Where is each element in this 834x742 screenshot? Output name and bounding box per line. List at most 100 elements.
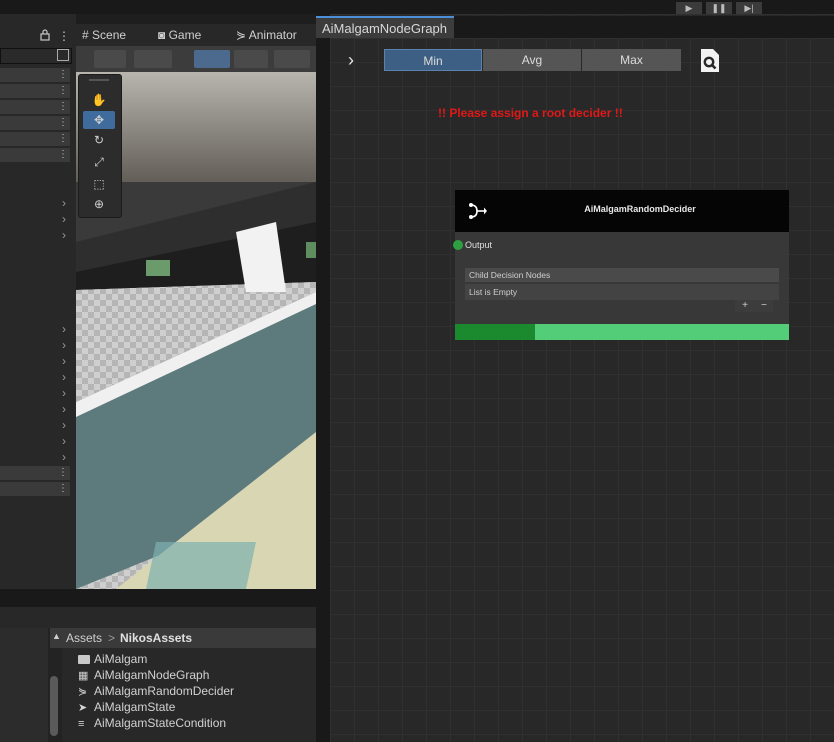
add-child-button[interactable]: + [735,300,755,312]
random-decider-node[interactable]: AiMalgamRandomDecider Output Child Decis… [453,190,789,340]
graph-tabbar-bg [454,16,834,38]
expand-chevron-icon[interactable]: › [62,386,66,400]
project-panel-header [0,589,316,607]
collapse-arrow-icon[interactable]: ▲ [52,631,61,641]
asset-label: AiMalgamState [94,700,176,714]
asset-label: AiMalgam [94,652,148,666]
hierarchy-row[interactable]: ⋮ [0,482,70,498]
expand-chevron-icon[interactable]: › [62,338,66,352]
expand-chevron-icon[interactable]: › [62,212,66,226]
tab-animator[interactable]: ⋟ Animator [236,24,316,46]
tab-game[interactable]: ◙ Game [158,24,228,46]
node-title: AiMalgamRandomDecider [584,204,696,214]
output-port[interactable] [453,240,463,250]
draw-mode-dropdown[interactable] [94,50,126,68]
hierarchy-row[interactable]: ⋮ [0,466,70,482]
hierarchy-search-input[interactable] [0,48,72,64]
step-button[interactable]: ▶| [736,2,762,14]
play-button[interactable]: ▶ [676,2,702,14]
node-status-bar-light [535,324,789,340]
decider-icon: ⋟ [78,685,88,698]
transform-tool-palette: ✋ ✥ ↻ ⤢ ⬚ ⊕ [78,74,122,218]
lock-icon[interactable] [40,29,50,45]
root-decider-warning: !! Please assign a root decider !! [438,106,623,120]
asset-label: AiMalgamStateCondition [94,716,227,730]
hierarchy-row[interactable]: ⋮ [0,84,70,100]
expand-chevron-icon[interactable]: › [62,434,66,448]
breadcrumb-nikosassets[interactable]: NikosAssets [120,631,192,645]
asset-item-nodegraph[interactable]: ▦ AiMalgamNodeGraph [78,667,209,683]
hierarchy-row[interactable]: ⋮ [0,100,70,116]
expand-chevron-icon[interactable]: › [62,402,66,416]
asset-item-randomdecider[interactable]: ⋟ AiMalgamRandomDecider [78,683,234,699]
expand-chevron-icon[interactable]: › [62,196,66,210]
expand-chevron-icon[interactable]: › [62,354,66,368]
asset-item-aimalgam[interactable]: AiMalgam [78,651,147,667]
expand-chevron-icon[interactable]: › [348,50,354,70]
asset-label: AiMalgamNodeGraph [94,668,210,682]
segment-avg[interactable]: Avg [483,49,581,71]
rect-tool-icon[interactable]: ⬚ [83,175,115,193]
project-folder-tree [0,628,48,742]
gizmo-dropdown[interactable] [234,50,268,68]
palette-drag-handle[interactable] [89,79,109,81]
panel-divider[interactable] [316,14,330,742]
tab-scene[interactable]: # Scene [82,24,158,46]
expand-chevron-icon[interactable]: › [62,228,66,242]
output-label: Output [465,240,493,250]
segment-max[interactable]: Max [582,49,681,71]
render-mode-dropdown[interactable] [134,50,172,68]
hierarchy-row[interactable]: ⋮ [0,132,70,148]
decider-icon [467,202,487,220]
rotate-tool-icon[interactable]: ↻ [83,131,115,149]
row-menu-icon[interactable]: ⋮ [58,148,68,162]
view-options-dropdown[interactable] [274,50,310,68]
hierarchy-row[interactable]: ⋮ [0,68,70,84]
breadcrumb: ▲ Assets > NikosAssets [50,628,316,648]
scrollbar-thumb[interactable] [50,676,58,736]
expand-chevron-icon[interactable]: › [62,322,66,336]
hierarchy-row[interactable]: ⋮ [0,116,70,132]
expand-chevron-icon[interactable]: › [62,418,66,432]
folder-icon [78,655,90,665]
row-menu-icon[interactable]: ⋮ [58,100,68,114]
row-menu-icon[interactable]: ⋮ [58,482,68,496]
grid-snap-dropdown[interactable] [194,50,230,68]
segment-min[interactable]: Min [384,49,482,71]
transform-tool-icon[interactable]: ⊕ [83,195,115,213]
move-tool-icon[interactable]: ✥ [83,111,115,129]
row-menu-icon[interactable]: ⋮ [58,84,68,98]
tab-label: Scene [92,28,127,42]
row-menu-icon[interactable]: ⋮ [58,132,68,146]
state-icon: ➤ [78,701,88,714]
tab-node-graph[interactable]: AiMalgamNodeGraph [316,16,454,38]
remove-child-button[interactable]: − [755,300,773,312]
asset-label: AiMalgamRandomDecider [94,684,235,698]
hierarchy-row[interactable]: ⋮ [0,148,70,164]
tab-label: Animator [248,28,297,42]
scene-toolbar [76,46,316,73]
row-menu-icon[interactable]: ⋮ [58,466,68,480]
expand-chevron-icon[interactable]: › [62,450,66,464]
child-nodes-list-header[interactable]: Child Decision Nodes [465,268,779,282]
asset-item-state[interactable]: ➤ AiMalgamState [78,699,175,715]
scene-tabbar: # Scene ◙ Game ⋟ Animator [76,24,316,46]
breadcrumb-separator: > [108,631,116,645]
hand-tool-icon[interactable]: ✋ [83,91,115,109]
row-menu-icon[interactable]: ⋮ [58,116,68,130]
row-menu-icon[interactable]: ⋮ [58,68,68,82]
expand-chevron-icon[interactable]: › [62,370,66,384]
scale-tool-icon[interactable]: ⤢ [83,153,115,171]
scene-tab-icon: # [82,28,89,42]
graph-icon: ▦ [78,669,89,682]
breadcrumb-assets[interactable]: Assets [66,631,102,645]
node-header[interactable]: AiMalgamRandomDecider [455,190,789,232]
top-toolbar: ▶ ❚❚ ▶| [0,0,834,14]
panel-menu-icon[interactable]: ⋮ [58,29,70,45]
search-options-icon[interactable] [57,49,69,61]
asset-item-statecondition[interactable]: ≡ AiMalgamStateCondition [78,715,226,731]
search-icon[interactable] [698,48,722,74]
game-tab-icon: ◙ [158,28,166,42]
pause-button[interactable]: ❚❚ [706,2,732,14]
node-graph-canvas[interactable] [330,14,834,742]
